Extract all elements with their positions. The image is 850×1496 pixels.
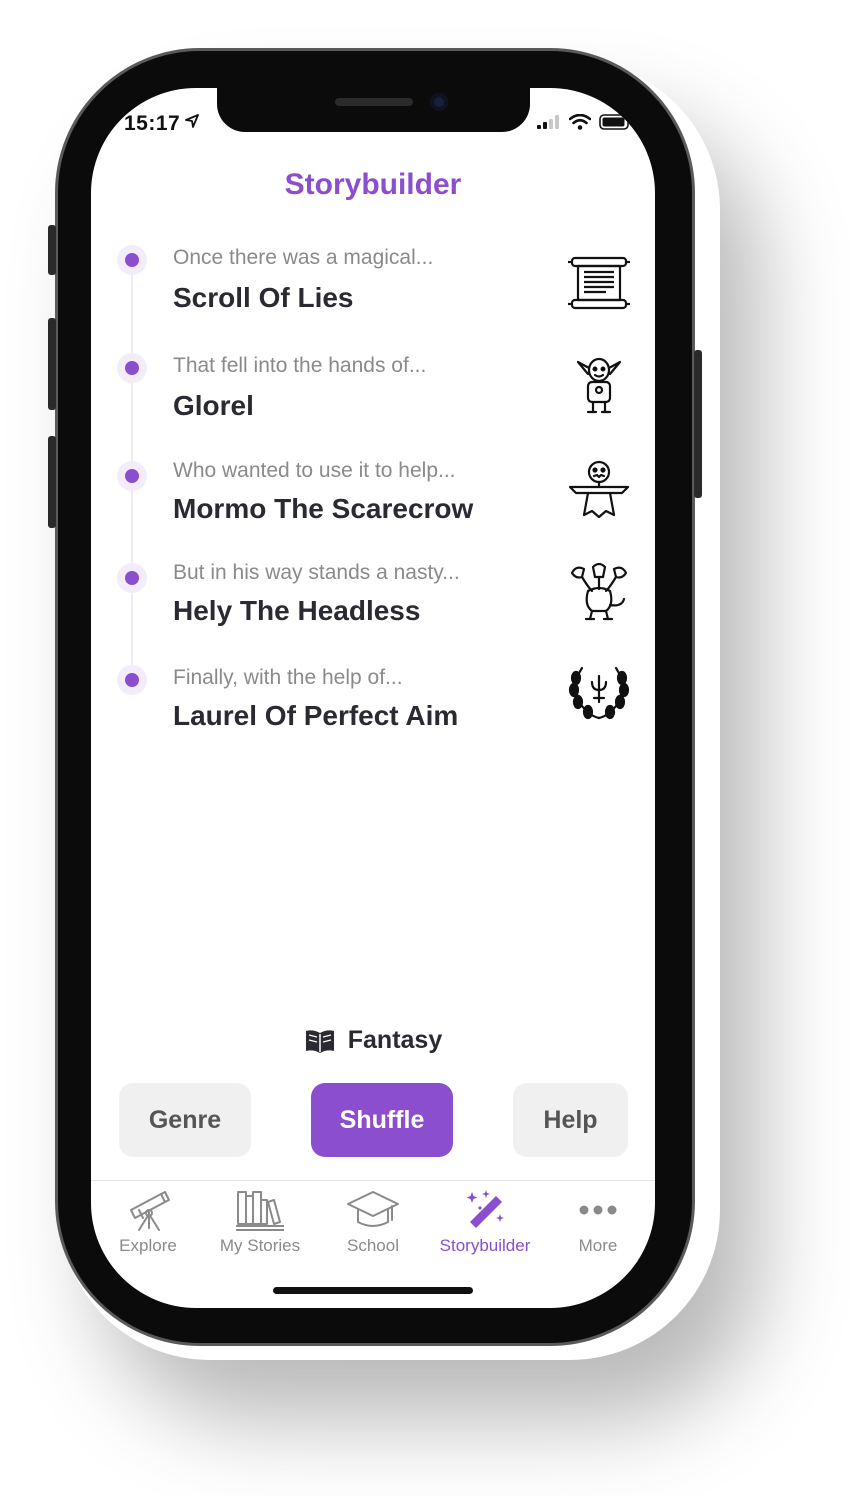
- status-time: 15:17: [124, 112, 181, 135]
- help-button[interactable]: Help: [513, 1083, 628, 1157]
- tab-storybuilder[interactable]: Storybuilder: [430, 1188, 540, 1256]
- scarecrow-icon: [568, 460, 630, 519]
- tab-label: Explore: [119, 1236, 177, 1255]
- magic-wand-icon: [466, 1190, 504, 1228]
- genre-label: Fantasy: [347, 1026, 443, 1054]
- book-icon: [305, 1029, 334, 1053]
- wifi-icon: [569, 114, 591, 130]
- more-dots-icon: [579, 1205, 617, 1215]
- home-indicator[interactable]: [273, 1287, 473, 1294]
- tab-bar-divider: [91, 1180, 655, 1181]
- timeline-dot: [117, 245, 147, 275]
- status-indicators: [537, 114, 633, 130]
- volume-up-button: [48, 318, 56, 410]
- step-prompt: Who wanted to use it to help...: [173, 459, 456, 482]
- step-answer: Laurel Of Perfect Aim: [173, 700, 459, 731]
- speaker: [335, 98, 413, 106]
- hydra-icon: [570, 562, 628, 621]
- battery-icon: [599, 114, 632, 130]
- genre-button[interactable]: Genre: [119, 1083, 251, 1157]
- volume-down-button: [48, 436, 56, 528]
- signal-icon: [537, 115, 559, 129]
- scroll-icon: [568, 256, 630, 310]
- step-prompt: Finally, with the help of...: [173, 666, 403, 689]
- timeline-dot: [117, 563, 147, 593]
- page-title: Storybuilder: [284, 168, 462, 201]
- bookshelf-icon: [236, 1191, 284, 1231]
- step-prompt: Once there was a magical...: [173, 246, 434, 269]
- tab-label: My Stories: [219, 1236, 301, 1255]
- laurel-icon: [568, 666, 630, 720]
- tab-label: School: [347, 1236, 399, 1255]
- tab-label: Storybuilder: [439, 1236, 531, 1255]
- step-answer: Scroll Of Lies: [173, 282, 354, 313]
- timeline-dot: [117, 353, 147, 383]
- tab-my-stories[interactable]: My Stories: [205, 1188, 315, 1256]
- step-answer: Hely The Headless: [173, 595, 421, 626]
- tab-label: More: [578, 1236, 618, 1255]
- app-screen: 15:17 Storybuilder Once there was a magi…: [91, 88, 655, 1308]
- current-genre: Fantasy: [91, 1026, 655, 1055]
- step-answer: Glorel: [173, 390, 254, 421]
- tab-more[interactable]: More: [543, 1188, 653, 1256]
- telescope-icon: [130, 1191, 170, 1231]
- power-button: [694, 350, 702, 498]
- timeline-dot: [117, 461, 147, 491]
- timeline-dot: [117, 665, 147, 695]
- step-prompt: That fell into the hands of...: [173, 354, 427, 377]
- tab-school[interactable]: School: [318, 1188, 428, 1256]
- graduation-cap-icon: [347, 1191, 399, 1227]
- notch: [217, 88, 530, 132]
- tab-explore[interactable]: Explore: [93, 1188, 203, 1256]
- location-arrow-icon: [185, 114, 199, 128]
- step-prompt: But in his way stands a nasty...: [173, 561, 460, 584]
- front-camera: [430, 93, 448, 111]
- step-answer: Mormo The Scarecrow: [173, 493, 474, 524]
- mute-switch: [48, 225, 56, 275]
- shuffle-button[interactable]: Shuffle: [311, 1083, 453, 1157]
- goblin-icon: [576, 357, 622, 414]
